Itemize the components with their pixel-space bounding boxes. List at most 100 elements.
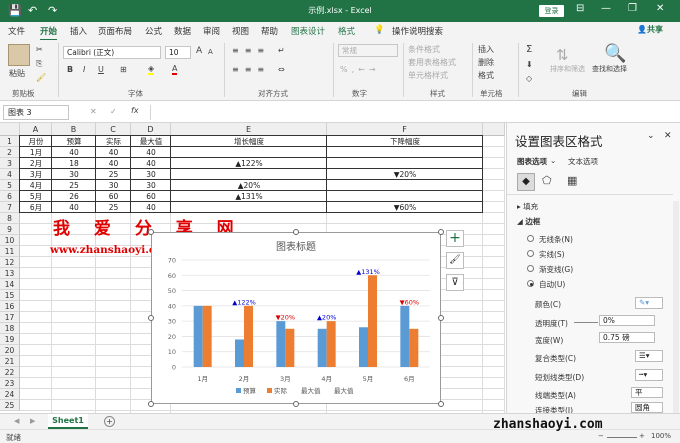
pane-scrollbar[interactable] [673,201,679,413]
table-format-button[interactable]: 套用表格格式 [408,57,456,68]
row-header[interactable]: 19 [0,334,20,345]
ribbon-display-options-icon[interactable]: ⊟ [576,3,584,14]
row-header[interactable]: 16 [0,301,20,312]
tab-review[interactable]: 审阅 [203,25,220,37]
row-header[interactable]: 20 [0,345,20,356]
minimize-button[interactable]: — [601,3,611,14]
tab-home[interactable]: 开始 [40,25,58,41]
sort-filter-button[interactable]: 排序和筛选 [550,64,585,74]
chart-area[interactable]: 图表标题 0 10 20 30 40 50 60 70 1月 2月 3月 4月 5月 6月 ▲122% ▼20%… [151,232,441,404]
fill-color-icon[interactable]: ◈ [148,64,155,75]
tab-chart-options[interactable]: 图表选项 [517,156,547,167]
row-header[interactable]: 1 [0,136,20,147]
enter-formula-icon[interactable]: ✓ [110,107,117,116]
row-header[interactable]: 12 [0,257,20,268]
conditional-format-button[interactable]: 条件格式 [408,44,440,55]
tab-insert[interactable]: 插入 [70,25,87,37]
insert-function-icon[interactable]: fx [131,106,139,115]
row-header[interactable]: 10 [0,235,20,246]
format-painter-icon[interactable]: 🖌 [36,73,46,82]
merge-center-icon[interactable]: ⇔ [278,65,285,74]
wrap-text-icon[interactable]: ↵ [278,46,285,55]
insert-cells-button[interactable]: 插入 [478,44,494,55]
paste-icon[interactable] [8,44,30,66]
column-header-empty[interactable] [483,123,505,136]
row-header[interactable]: 11 [0,246,20,257]
restore-button[interactable]: ❐ [628,3,637,14]
delete-cells-button[interactable]: 删除 [478,57,494,68]
row-header[interactable]: 25 [0,400,20,411]
add-sheet-button[interactable]: + [104,416,115,427]
font-color-icon[interactable]: A [172,64,178,75]
tab-text-options[interactable]: 文本选项 [568,156,598,167]
solid-line-radio[interactable] [527,250,534,257]
font-size-select[interactable]: 10 [165,46,191,59]
paste-button[interactable]: 粘贴 [9,68,25,79]
join-type-select[interactable]: 圆角 [631,402,663,413]
share-button[interactable]: 👤共享 [637,24,663,35]
worksheet-grid[interactable]: A B C D E F 1 2 3 4 5 6 7 8 9 10 11 12 13 14 15 16 17 18 1… [0,123,505,413]
fill-section-toggle[interactable]: ▸ 填充 [517,201,538,212]
close-button[interactable]: ✕ [656,3,664,14]
prev-sheet-icon[interactable]: ◀ [14,417,19,425]
row-header[interactable]: 24 [0,389,20,400]
pane-close-button[interactable]: ✕ [664,131,672,141]
transparency-input[interactable]: 0% [599,315,655,326]
tab-file[interactable]: 文件 [8,25,25,37]
copy-icon[interactable]: ⎘ [36,59,42,69]
tab-chart-design[interactable]: 图表设计 [291,25,325,37]
pane-dropdown-icon[interactable]: ⌄ [647,131,655,141]
row-header[interactable]: 7 [0,202,20,213]
row-header[interactable]: 8 [0,213,20,224]
chart-options-dropdown-icon[interactable]: ⌄ [550,156,556,165]
row-header[interactable]: 14 [0,279,20,290]
row-header[interactable]: 3 [0,158,20,169]
row-header[interactable]: 18 [0,323,20,334]
tab-formulas[interactable]: 公式 [145,25,162,37]
row-header[interactable]: 15 [0,290,20,301]
format-cells-button[interactable]: 格式 [478,70,494,81]
dash-type-select[interactable]: ┅▾ [635,369,663,381]
resize-handle[interactable] [438,229,444,235]
row-header[interactable]: 6 [0,191,20,202]
cap-type-select[interactable]: 平 [631,387,663,398]
tell-me-search[interactable]: 操作说明搜索 [392,25,443,37]
zoom-in-button[interactable]: + [639,432,645,440]
shrink-font-button[interactable]: A [208,48,213,56]
zoom-slider[interactable] [607,437,637,438]
resize-handle[interactable] [293,401,299,407]
resize-handle[interactable] [148,401,154,407]
bold-button[interactable]: B [67,65,73,74]
cancel-formula-icon[interactable]: ✕ [90,107,97,116]
italic-button[interactable]: I [83,65,85,74]
login-button[interactable]: 登录 [539,5,564,17]
row-header[interactable]: 2 [0,147,20,158]
zoom-level[interactable]: 100% [651,432,671,440]
resize-handle[interactable] [293,229,299,235]
row-header[interactable]: 4 [0,169,20,180]
effects-icon[interactable]: ⬠ [542,174,552,187]
gradient-line-radio[interactable] [527,265,534,272]
row-header[interactable]: 22 [0,367,20,378]
number-format-icons[interactable]: %,←→ [340,65,380,74]
find-select-button[interactable]: 查找和选择 [592,64,627,74]
row-header[interactable]: 21 [0,356,20,367]
resize-handle[interactable] [148,229,154,235]
border-section-toggle[interactable]: ◢ 边框 [517,216,540,227]
resize-handle[interactable] [438,401,444,407]
zoom-out-button[interactable]: − [598,432,604,440]
find-select-icon[interactable]: 🔍 [604,43,626,64]
font-name-select[interactable]: Calibri (正文) [63,46,161,59]
width-input[interactable]: 0.75 磅 [599,332,655,343]
color-picker[interactable]: ✎▾ [635,297,663,309]
resize-handle[interactable] [148,315,154,321]
tab-page-layout[interactable]: 页面布局 [98,25,132,37]
borders-icon[interactable]: ⊞ [120,65,127,74]
horizontal-align-icons[interactable]: ≡≡≡ [232,65,270,74]
row-header[interactable]: 17 [0,312,20,323]
grow-font-button[interactable]: A [196,46,202,56]
cut-icon[interactable]: ✂ [36,45,43,54]
clear-icon[interactable]: ◇ [526,74,532,83]
tab-data[interactable]: 数据 [174,25,191,37]
resize-handle[interactable] [438,315,444,321]
